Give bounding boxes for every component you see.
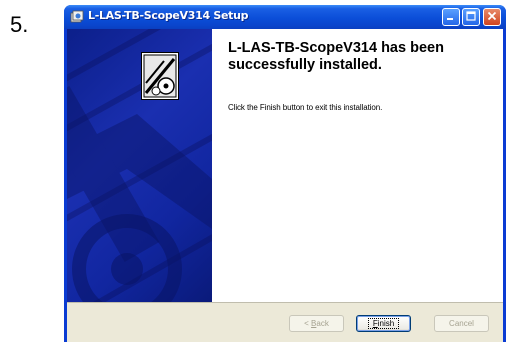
installer-icon <box>70 10 84 24</box>
button-bar: < Back Finish Cancel <box>67 302 503 342</box>
instruction-text: Click the Finish button to exit this ins… <box>228 103 383 112</box>
maximize-button[interactable] <box>462 8 480 26</box>
back-button-label: < Back <box>304 319 329 328</box>
finish-button-label: Finish <box>367 318 400 329</box>
title-bar[interactable]: L-LAS-TB-ScopeV314 Setup <box>64 5 506 29</box>
finish-button[interactable]: Finish <box>356 315 411 332</box>
minimize-button[interactable] <box>442 8 460 26</box>
minimize-icon <box>446 8 456 26</box>
close-icon <box>487 8 497 26</box>
banner-artwork <box>67 29 212 302</box>
setup-window: L-LAS-TB-ScopeV314 Setup L-LAS-TB-ScopeV… <box>64 5 506 342</box>
install-complete-heading: L-LAS-TB-ScopeV314 has been successfully… <box>228 40 444 73</box>
cancel-button[interactable]: Cancel <box>434 315 489 332</box>
back-button[interactable]: < Back <box>289 315 344 332</box>
maximize-icon <box>466 8 476 26</box>
installer-banner <box>67 29 212 302</box>
window-client-area: L-LAS-TB-ScopeV314 has been successfully… <box>67 29 503 342</box>
step-number: 5. <box>10 12 29 37</box>
installer-logo-icon <box>141 52 179 100</box>
window-title: L-LAS-TB-ScopeV314 Setup <box>88 9 249 22</box>
content-panel: L-LAS-TB-ScopeV314 has been successfully… <box>212 29 503 302</box>
back-label-rest: ack <box>316 319 329 328</box>
close-button[interactable] <box>483 8 501 26</box>
back-arrow-text: < <box>304 319 312 328</box>
finish-label-rest: inish <box>377 319 395 328</box>
cancel-button-label: Cancel <box>449 319 474 328</box>
